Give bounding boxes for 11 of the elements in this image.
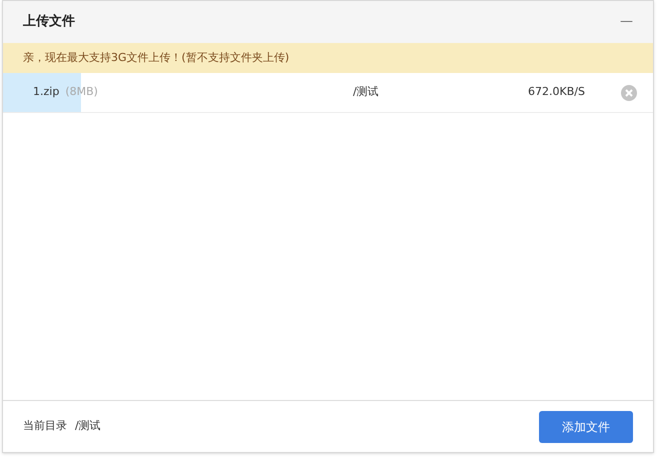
file-size: (8MB) [65,84,98,100]
add-file-button[interactable]: 添加文件 [539,410,633,442]
notice-text: 亲，现在最大支持3G文件上传！(暂不支持文件夹上传) [23,50,290,66]
directory-label: 当前目录 [23,418,67,434]
close-icon[interactable] [621,84,637,100]
file-path: /测试 [353,84,379,100]
upload-speed: 672.0KB/S [528,84,585,100]
directory-path: /测试 [75,418,101,434]
file-name: 1.zip [33,84,60,100]
minimize-button[interactable]: — [620,12,633,32]
window-title: 上传文件 [23,12,75,32]
